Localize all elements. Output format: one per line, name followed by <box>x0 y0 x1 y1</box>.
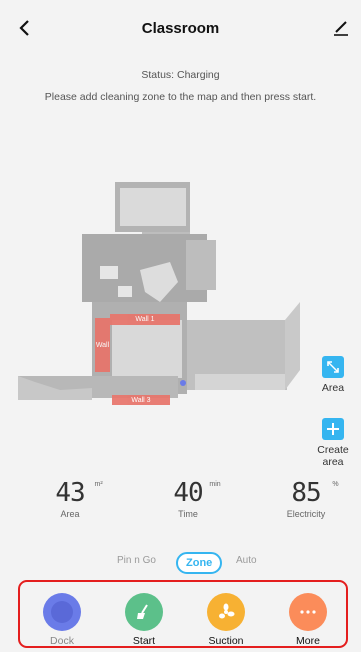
mode-pin-n-go[interactable]: Pin n Go <box>117 555 156 566</box>
area-unit: m² <box>94 481 103 488</box>
plus-icon <box>322 418 344 440</box>
zone-wall[interactable]: Wall <box>95 318 110 372</box>
more-label: More <box>296 635 320 647</box>
area-stat-label: Area <box>60 509 80 519</box>
zone-label: Wall <box>95 341 110 349</box>
start-label: Start <box>132 635 156 647</box>
zone-label: Wall 1 <box>135 316 155 323</box>
dock-button[interactable]: Dock <box>26 593 98 647</box>
stat-area: 43 m² Area <box>20 478 120 519</box>
instruction-text: Please add cleaning zone to the map and … <box>44 91 317 103</box>
edit-button[interactable] <box>327 14 355 42</box>
area-label: Area <box>321 382 345 394</box>
stats-row: 43 m² Area 40 min Time 85 % Electricity <box>0 478 361 530</box>
time-value: 40 <box>173 478 203 508</box>
page-title: Classroom <box>141 20 220 37</box>
area-button[interactable]: Area <box>310 356 356 394</box>
electricity-value: 85 <box>291 478 321 508</box>
create-area-button[interactable]: Create area <box>310 418 356 468</box>
cleaning-map[interactable]: Wall 1 Wall Wall 3 <box>0 170 361 435</box>
more-dots-icon <box>289 593 327 631</box>
zone-wall-1[interactable]: Wall 1 <box>110 314 180 325</box>
dock-label: Dock <box>50 635 74 647</box>
start-button[interactable]: Start <box>108 593 180 647</box>
electricity-stat-label: Electricity <box>286 509 326 519</box>
time-unit: min <box>209 481 221 488</box>
mode-auto[interactable]: Auto <box>236 555 257 566</box>
zone-label: Wall 3 <box>131 396 151 404</box>
stat-time: 40 min Time <box>138 478 238 519</box>
mode-selector: Pin n Go Zone Auto <box>0 552 361 576</box>
dock-icon <box>43 593 81 631</box>
mode-zone[interactable]: Zone <box>176 552 223 574</box>
control-bar: Dock Start Suction More <box>18 580 348 648</box>
suction-label: Suction <box>208 635 244 647</box>
status-text: Status: Charging <box>141 69 220 81</box>
edit-icon <box>334 21 348 36</box>
suction-button[interactable]: Suction <box>190 593 262 647</box>
top-bar: Classroom <box>0 0 361 56</box>
electricity-unit: % <box>332 481 339 488</box>
time-stat-label: Time <box>178 509 198 519</box>
create-area-label: Create area <box>317 444 349 468</box>
stat-electricity: 85 % Electricity <box>256 478 356 519</box>
floor-plan <box>18 182 300 400</box>
area-value: 43 <box>55 478 85 508</box>
more-button[interactable]: More <box>272 593 344 647</box>
broom-icon <box>125 593 163 631</box>
expand-icon <box>322 356 344 378</box>
fan-icon <box>207 593 245 631</box>
zone-wall-3[interactable]: Wall 3 <box>112 395 170 405</box>
